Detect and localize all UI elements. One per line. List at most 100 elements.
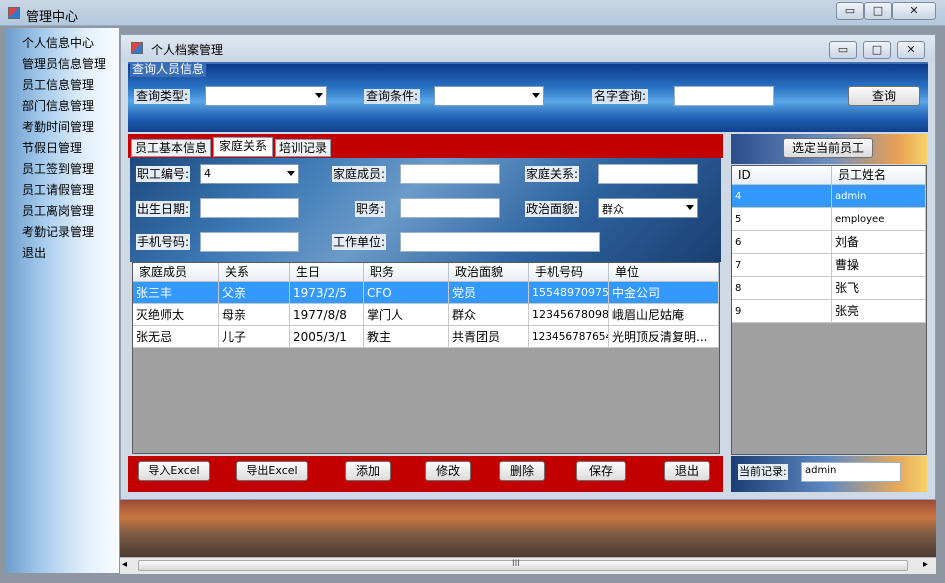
inner-close-button[interactable]: ✕ <box>897 41 925 59</box>
table-cell[interactable]: 9 <box>732 300 832 323</box>
birth-input[interactable] <box>200 198 299 218</box>
employee-grid-header-name[interactable]: 员工姓名 <box>832 166 926 185</box>
table-cell[interactable]: 张无忌 <box>133 326 219 348</box>
member-label: 家庭成员: <box>332 166 387 182</box>
table-cell[interactable]: 母亲 <box>219 304 290 326</box>
menu-item-attendance-records[interactable]: 考勤记录管理 <box>22 223 94 240</box>
table-cell[interactable]: 掌门人 <box>364 304 449 326</box>
table-cell[interactable]: 1973/2/5 <box>290 282 364 304</box>
table-cell[interactable]: CFO <box>364 282 449 304</box>
political-select[interactable]: 群众 <box>598 198 698 218</box>
scroll-thumb[interactable]: III <box>138 559 908 571</box>
select-employee-button[interactable]: 选定当前员工 <box>783 138 873 158</box>
birth-label: 出生日期: <box>136 201 191 217</box>
table-cell[interactable]: 张飞 <box>832 277 926 300</box>
outer-title-bar: 管理中心 ▭ □ ✕ <box>0 0 945 26</box>
table-cell[interactable]: 6 <box>732 231 832 254</box>
grid-header-position[interactable]: 职务 <box>364 263 449 282</box>
table-cell[interactable]: 2005/3/1 <box>290 326 364 348</box>
menu-item-personal-info[interactable]: 个人信息中心 <box>22 34 94 51</box>
query-type-select[interactable] <box>205 86 327 106</box>
table-cell[interactable]: admin <box>832 185 926 208</box>
inner-maximize-button[interactable]: □ <box>863 41 891 59</box>
save-button[interactable]: 保存 <box>576 461 626 481</box>
employee-grid-header-id[interactable]: ID <box>732 166 832 185</box>
table-cell[interactable]: 党员 <box>449 282 529 304</box>
table-cell[interactable]: employee <box>832 208 926 231</box>
grid-header-phone[interactable]: 手机号码 <box>529 263 609 282</box>
grid-header-relation[interactable]: 关系 <box>219 263 290 282</box>
family-grid[interactable]: 家庭成员 关系 生日 职务 政治面貌 手机号码 单位 张三丰 父亲 1973/2… <box>132 262 720 454</box>
grid-header-political[interactable]: 政治面貌 <box>449 263 529 282</box>
position-input[interactable] <box>400 198 500 218</box>
delete-button[interactable]: 删除 <box>499 461 545 481</box>
scroll-left-icon[interactable]: ◂ <box>122 559 127 570</box>
table-cell[interactable]: 峨眉山尼姑庵 <box>609 304 719 326</box>
family-form: 职工编号: 4 家庭成员: 家庭关系: 出生日期: 职务: 政治面貌: 群众 手… <box>130 158 721 262</box>
maximize-button[interactable]: □ <box>864 2 892 20</box>
phone-label: 手机号码: <box>136 234 191 250</box>
scroll-right-icon[interactable]: ▸ <box>923 559 928 570</box>
table-cell[interactable]: 中金公司 <box>609 282 719 304</box>
background-banner <box>120 500 936 557</box>
horizontal-scrollbar[interactable]: ◂ III ▸ <box>120 557 936 574</box>
menu-item-exit[interactable]: 退出 <box>22 244 46 261</box>
table-cell[interactable]: 4 <box>732 185 832 208</box>
table-cell[interactable]: 共青团员 <box>449 326 529 348</box>
menu-item-admin-info[interactable]: 管理员信息管理 <box>22 55 106 72</box>
table-cell[interactable]: 父亲 <box>219 282 290 304</box>
query-group-label: 查询人员信息 <box>130 62 207 77</box>
workplace-input[interactable] <box>400 232 600 252</box>
current-record-input[interactable]: admin <box>801 462 901 482</box>
table-cell[interactable]: 5 <box>732 208 832 231</box>
menu-item-leave[interactable]: 员工请假管理 <box>22 181 94 198</box>
table-cell[interactable]: 7 <box>732 254 832 277</box>
menu-item-department-info[interactable]: 部门信息管理 <box>22 97 94 114</box>
table-cell[interactable]: 教主 <box>364 326 449 348</box>
table-cell[interactable]: 儿子 <box>219 326 290 348</box>
table-cell[interactable]: 15548970975 <box>529 282 609 304</box>
menu-item-employee-info[interactable]: 员工信息管理 <box>22 76 94 93</box>
edit-button[interactable]: 修改 <box>425 461 471 481</box>
table-cell[interactable]: 光明顶反清复明... <box>609 326 719 348</box>
relation-input[interactable] <box>598 164 698 184</box>
outer-window-title: 管理中心 <box>26 10 79 25</box>
minimize-button[interactable]: ▭ <box>836 2 864 20</box>
table-cell[interactable]: 8 <box>732 277 832 300</box>
tab-basic-info[interactable]: 员工基本信息 <box>131 139 211 157</box>
export-excel-button[interactable]: 导出Excel <box>236 461 308 481</box>
chevron-down-icon <box>686 205 694 210</box>
table-cell[interactable]: 张三丰 <box>133 282 219 304</box>
table-cell[interactable]: 群众 <box>449 304 529 326</box>
tab-family[interactable]: 家庭关系 <box>213 137 273 157</box>
menu-item-departure[interactable]: 员工离岗管理 <box>22 202 94 219</box>
query-button[interactable]: 查询 <box>848 86 920 106</box>
table-cell[interactable]: 123456787654 <box>529 326 609 348</box>
import-excel-button[interactable]: 导入Excel <box>138 461 210 481</box>
employee-grid[interactable]: ID 员工姓名 4 admin 5 employee 6 刘备 7 曹操 8 张… <box>731 165 927 455</box>
table-cell[interactable]: 刘备 <box>832 231 926 254</box>
query-condition-select[interactable] <box>434 86 544 106</box>
name-search-input[interactable] <box>674 86 774 106</box>
table-cell[interactable]: 1977/8/8 <box>290 304 364 326</box>
menu-item-holiday[interactable]: 节假日管理 <box>22 139 82 156</box>
add-button[interactable]: 添加 <box>345 461 391 481</box>
table-cell[interactable]: 灭绝师太 <box>133 304 219 326</box>
menu-item-checkin[interactable]: 员工签到管理 <box>22 160 94 177</box>
grid-header-member[interactable]: 家庭成员 <box>133 263 219 282</box>
tab-training[interactable]: 培训记录 <box>275 139 331 157</box>
exit-button[interactable]: 退出 <box>664 461 710 481</box>
table-cell[interactable]: 张亮 <box>832 300 926 323</box>
inner-title-bar: 个人档案管理 ▭ □ ✕ <box>121 35 935 61</box>
table-cell[interactable]: 曹操 <box>832 254 926 277</box>
grid-header-birthday[interactable]: 生日 <box>290 263 364 282</box>
phone-input[interactable] <box>200 232 299 252</box>
member-input[interactable] <box>400 164 500 184</box>
close-button[interactable]: ✕ <box>892 2 936 20</box>
grid-header-workplace[interactable]: 单位 <box>609 263 719 282</box>
menu-item-attendance-time[interactable]: 考勤时间管理 <box>22 118 94 135</box>
emp-no-value: 4 <box>204 167 211 180</box>
table-cell[interactable]: 12345678098 <box>529 304 609 326</box>
inner-minimize-button[interactable]: ▭ <box>829 41 857 59</box>
emp-no-select[interactable]: 4 <box>200 164 299 184</box>
